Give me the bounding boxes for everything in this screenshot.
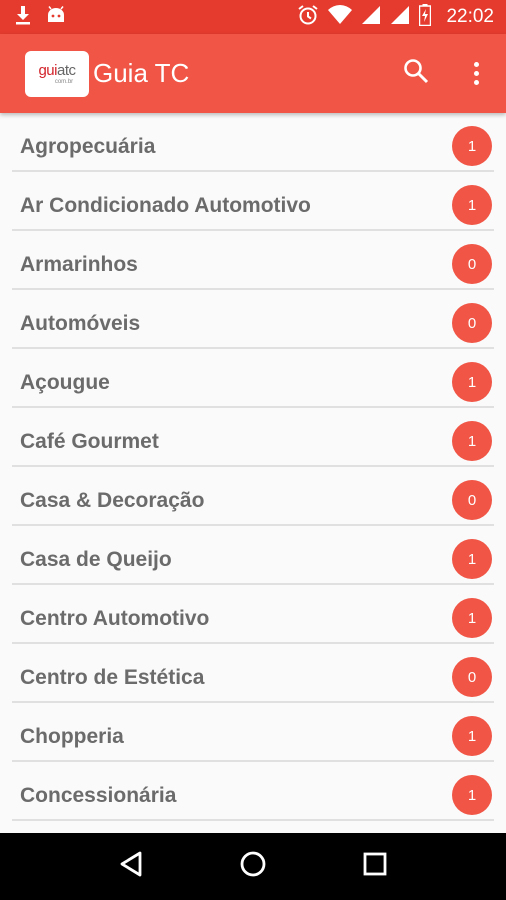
app-bar: guiatc com.br Guia TC [0, 34, 506, 113]
back-button[interactable] [101, 837, 161, 897]
list-item[interactable]: Café Gourmet 1 [12, 408, 494, 467]
list-item[interactable]: Armarinhos 0 [12, 231, 494, 290]
count-badge: 0 [452, 303, 492, 343]
category-label: Automóveis [20, 312, 141, 335]
category-label: Centro Automotivo [20, 607, 210, 630]
category-label: Agropecuária [20, 135, 156, 158]
list-item[interactable]: Ar Condicionado Automotivo 1 [12, 172, 494, 231]
count-badge: 1 [452, 362, 492, 402]
category-label: Armarinhos [20, 253, 138, 276]
navigation-bar [0, 833, 506, 900]
category-label: Casa de Queijo [20, 548, 172, 571]
home-icon [239, 850, 267, 883]
count-badge: 1 [452, 598, 492, 638]
list-item[interactable]: Concessionária 1 [12, 762, 494, 821]
count-badge: 0 [452, 657, 492, 697]
signal-icon [390, 5, 410, 30]
recents-button[interactable] [345, 837, 405, 897]
status-bar: 22:02 [0, 0, 506, 34]
list-item[interactable]: Centro Automotivo 1 [12, 585, 494, 644]
battery-charging-icon [419, 3, 432, 31]
list-item[interactable]: Casa de Queijo 1 [12, 526, 494, 585]
alarm-icon [297, 4, 319, 31]
list-item[interactable]: Açougue 1 [12, 349, 494, 408]
list-item[interactable]: Casa & Decoração 0 [12, 467, 494, 526]
category-list[interactable]: Agropecuária 1 Ar Condicionado Automotivo 1… [0, 113, 506, 833]
home-button[interactable] [223, 837, 283, 897]
count-badge: 1 [452, 126, 492, 166]
category-label: Chopperia [20, 725, 124, 748]
app-logo: guiatc com.br [25, 50, 89, 97]
wifi-icon [328, 4, 353, 30]
category-label: Café Gourmet [20, 430, 159, 453]
list-item[interactable]: Chopperia 1 [12, 703, 494, 762]
more-options-button[interactable] [446, 44, 506, 104]
search-icon [403, 58, 429, 89]
list-item[interactable]: Agropecuária 1 [12, 113, 494, 172]
category-label: Casa & Decoração [20, 489, 205, 512]
category-label: Concessionária [20, 784, 177, 807]
download-icon [14, 5, 32, 30]
app-title: Guia TC [93, 58, 190, 88]
search-button[interactable] [386, 44, 446, 104]
category-label: Centro de Estética [20, 666, 205, 689]
count-badge: 1 [452, 775, 492, 815]
signal-icon [361, 5, 381, 30]
count-badge: 0 [452, 480, 492, 520]
more-vert-icon [473, 62, 479, 85]
count-badge: 1 [452, 539, 492, 579]
count-badge: 1 [452, 421, 492, 461]
count-badge: 1 [452, 716, 492, 756]
category-label: Ar Condicionado Automotivo [20, 194, 311, 217]
list-item[interactable]: Automóveis 0 [12, 290, 494, 349]
android-icon [46, 5, 66, 29]
status-time: 22:02 [446, 6, 494, 27]
count-badge: 0 [452, 244, 492, 284]
recents-icon [362, 851, 388, 882]
list-item[interactable]: Centro de Estética 0 [12, 644, 494, 703]
category-label: Açougue [20, 371, 110, 394]
count-badge: 1 [452, 185, 492, 225]
back-icon [118, 850, 144, 883]
